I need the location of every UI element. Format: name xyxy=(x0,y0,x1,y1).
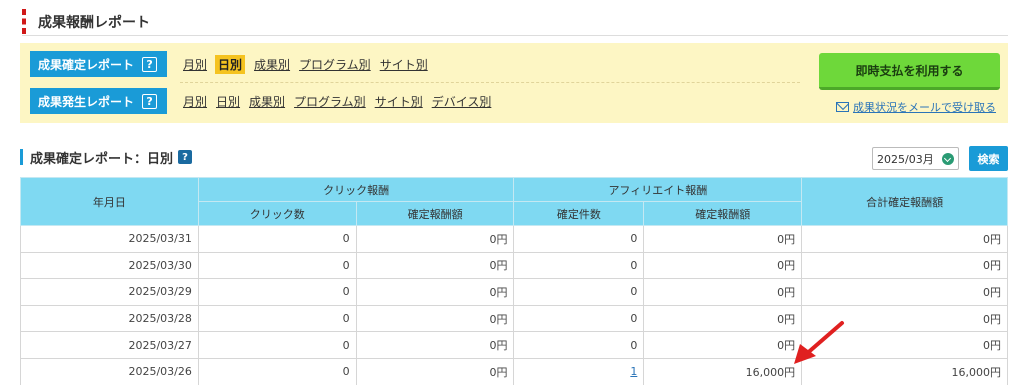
help-icon[interactable]: ? xyxy=(142,93,158,109)
cell-count: 0 xyxy=(513,304,645,333)
cell-clicks: 0 xyxy=(197,278,357,306)
section-title-text: 成果確定レポート：日別 xyxy=(30,151,174,167)
confirmed-report-row: 成果確定レポート ? 月別 日別 成果別 プログラム別 サイト別 xyxy=(30,51,437,77)
cell-amount: 16,000円 xyxy=(643,357,803,385)
cell-clicks: 0 xyxy=(197,251,357,280)
header-total: 合計確定報酬額 xyxy=(801,177,1008,226)
instant-payment-button[interactable]: 即時支払を利用する xyxy=(819,53,1000,90)
header-affiliate-count: 確定件数 xyxy=(513,201,645,226)
cell-click-amount: 0円 xyxy=(355,225,515,253)
confirmed-count-link[interactable]: 1 xyxy=(630,365,637,378)
header-click-amount: 確定報酬額 xyxy=(355,201,515,226)
page-header: 成果報酬レポート xyxy=(22,8,1008,36)
confirmed-report-label-text: 成果確定レポート xyxy=(38,57,135,72)
cell-count: 1 xyxy=(513,357,645,385)
cell-total: 0円 xyxy=(801,225,1008,253)
table-row: 2025/03/29 0 0円 0 0円 0円 xyxy=(20,278,1008,306)
cell-clicks: 0 xyxy=(197,304,357,333)
month-select[interactable]: 2025/03月 xyxy=(872,147,959,170)
cell-total: 0円 xyxy=(801,251,1008,280)
section-title: 成果確定レポート：日別 ? xyxy=(20,148,193,167)
cell-click-amount: 0円 xyxy=(355,357,515,385)
cell-clicks: 0 xyxy=(197,225,357,253)
occurred-report-row: 成果発生レポート ? 月別 日別 成果別 プログラム別 サイト別 デバイス別 xyxy=(30,88,500,114)
occurred-report-label: 成果発生レポート ? xyxy=(30,88,167,114)
confirmed-link-by-site[interactable]: サイト別 xyxy=(380,56,428,73)
cell-count: 0 xyxy=(513,251,645,280)
help-icon[interactable]: ? xyxy=(142,56,158,72)
occurred-link-by-result[interactable]: 成果別 xyxy=(249,93,285,110)
cell-total: 0円 xyxy=(801,278,1008,306)
cell-date: 2025/03/31 xyxy=(20,225,199,253)
cell-amount: 0円 xyxy=(643,331,803,359)
cell-date: 2025/03/26 xyxy=(20,357,199,385)
cell-clicks: 0 xyxy=(197,357,357,385)
occurred-link-monthly[interactable]: 月別 xyxy=(183,93,207,110)
confirmed-link-monthly[interactable]: 月別 xyxy=(183,56,207,73)
header-click-count: クリック数 xyxy=(197,201,357,226)
occurred-link-by-site[interactable]: サイト別 xyxy=(375,93,423,110)
occurred-report-label-text: 成果発生レポート xyxy=(38,94,135,109)
confirmed-link-by-result[interactable]: 成果別 xyxy=(254,56,290,73)
occurred-link-by-program[interactable]: プログラム別 xyxy=(294,93,366,110)
confirmed-report-links: 月別 日別 成果別 プログラム別 サイト別 xyxy=(183,54,437,74)
table-row: 2025/03/30 0 0円 0 0円 0円 xyxy=(20,251,1008,280)
page-title: 成果報酬レポート xyxy=(38,15,150,31)
cell-count: 0 xyxy=(513,278,645,306)
search-button[interactable]: 検索 xyxy=(969,146,1008,171)
header-click-group: クリック報酬 xyxy=(197,177,515,202)
occurred-report-links: 月別 日別 成果別 プログラム別 サイト別 デバイス別 xyxy=(183,93,500,110)
table-row: 2025/03/31 0 0円 0 0円 0円 xyxy=(20,225,1008,253)
cell-click-amount: 0円 xyxy=(355,251,515,280)
mail-notification-link[interactable]: 成果状況をメールで受け取る xyxy=(836,99,996,115)
table-header-row: 年月日 クリック報酬 アフィリエイト報酬 合計確定報酬額 xyxy=(20,177,1008,226)
cell-count: 0 xyxy=(513,225,645,253)
confirmed-report-label: 成果確定レポート ? xyxy=(30,51,167,77)
cell-amount: 0円 xyxy=(643,225,803,253)
table-row: 2025/03/26 0 0円 1 16,000円 16,000円 xyxy=(20,357,1008,385)
table-row: 2025/03/27 0 0円 0 0円 0円 xyxy=(20,331,1008,359)
cell-click-amount: 0円 xyxy=(355,304,515,333)
confirmed-link-by-program[interactable]: プログラム別 xyxy=(299,56,371,73)
cell-click-amount: 0円 xyxy=(355,278,515,306)
table-row: 2025/03/28 0 0円 0 0円 0円 xyxy=(20,304,1008,333)
annotation-arrow-icon xyxy=(794,321,844,364)
section-accent-bar xyxy=(20,149,23,165)
cell-click-amount: 0円 xyxy=(355,331,515,359)
confirmed-link-daily[interactable]: 日別 xyxy=(215,54,246,74)
cell-date: 2025/03/27 xyxy=(20,331,199,359)
report-filter-panel: 成果確定レポート ? 月別 日別 成果別 プログラム別 サイト別 成果発生レポー… xyxy=(20,43,1008,123)
help-icon[interactable]: ? xyxy=(178,150,193,164)
cell-amount: 0円 xyxy=(643,251,803,280)
occurred-link-daily[interactable]: 日別 xyxy=(216,93,240,110)
chevron-down-icon xyxy=(942,153,954,165)
cell-clicks: 0 xyxy=(197,331,357,359)
cell-count: 0 xyxy=(513,331,645,359)
occurred-link-by-device[interactable]: デバイス別 xyxy=(432,93,492,110)
mail-link-text: 成果状況をメールで受け取る xyxy=(853,101,996,114)
cell-amount: 0円 xyxy=(643,278,803,306)
header-date: 年月日 xyxy=(20,177,199,226)
cell-date: 2025/03/29 xyxy=(20,278,199,306)
cell-amount: 0円 xyxy=(643,304,803,333)
header-accent-bar xyxy=(22,9,26,34)
header-affiliate-group: アフィリエイト報酬 xyxy=(513,177,803,202)
mail-icon xyxy=(836,102,849,112)
header-affiliate-amount: 確定報酬額 xyxy=(643,201,803,226)
daily-report-table: 年月日 クリック報酬 アフィリエイト報酬 合計確定報酬額 クリック数 確定報酬額… xyxy=(20,177,1008,385)
month-select-value: 2025/03月 xyxy=(877,152,934,166)
cell-date: 2025/03/28 xyxy=(20,304,199,333)
row-divider xyxy=(180,82,800,83)
cell-date: 2025/03/30 xyxy=(20,251,199,280)
